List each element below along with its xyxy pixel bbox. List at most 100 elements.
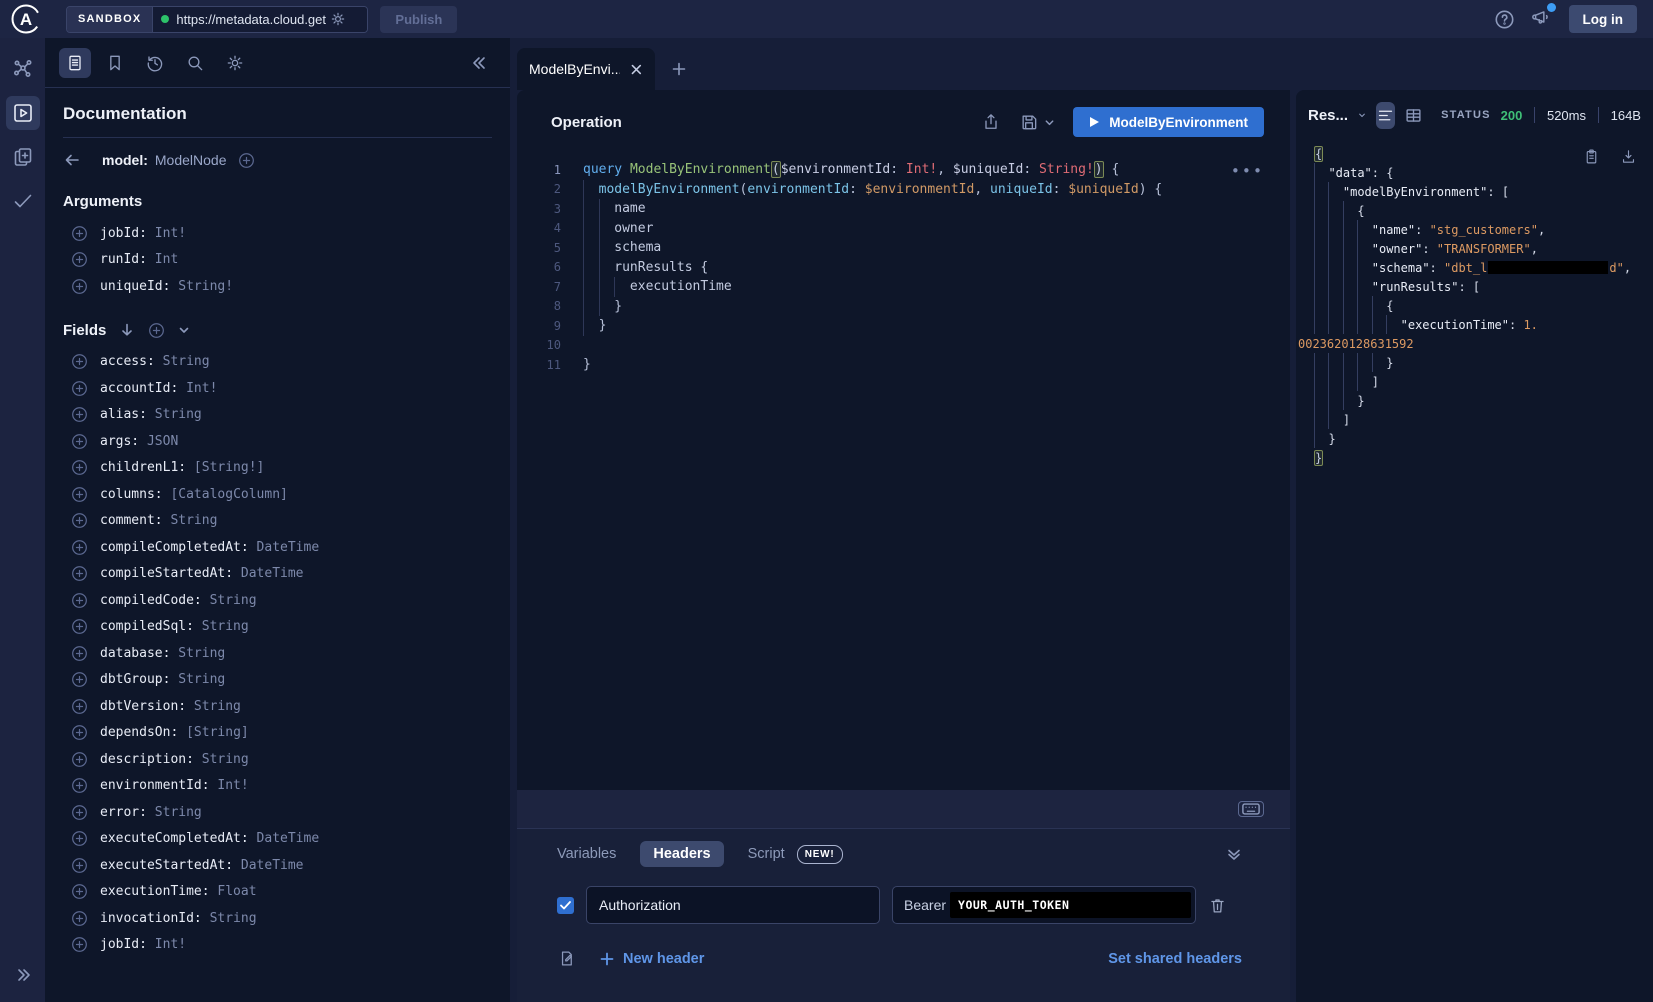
sort-arrow-down-icon[interactable] [119,322,135,338]
field-row[interactable]: columns: [CatalogColumn] [63,481,492,508]
login-button[interactable]: Log in [1569,5,1638,33]
json-line[interactable]: { [1296,201,1649,220]
field-row[interactable]: executionTime: Float [63,879,492,906]
set-shared-headers-link[interactable]: Set shared headers [1108,951,1242,967]
field-row[interactable]: invocationId: String [63,905,492,932]
response-json-viewer[interactable]: {"data": {"modelByEnvironment": [{"name"… [1296,140,1653,1002]
add-to-query-icon[interactable] [71,406,88,423]
field-row[interactable]: dbtGroup: String [63,667,492,694]
json-line[interactable]: { [1296,296,1649,315]
header-value-input[interactable]: Bearer YOUR_AUTH_TOKEN [892,886,1196,924]
endpoint-url-box[interactable]: https://metadata.cloud.get [153,7,367,32]
add-to-query-icon[interactable] [71,910,88,927]
docs-tab-history[interactable] [139,48,171,78]
field-row[interactable]: dbtVersion: String [63,693,492,720]
json-line[interactable]: "name": "stg_customers", [1296,220,1649,239]
code-line[interactable]: 3name [517,199,1290,219]
add-to-query-icon[interactable] [71,486,88,503]
docs-tab-search[interactable] [179,48,211,78]
field-row[interactable]: dependsOn: [String] [63,720,492,747]
add-to-query-icon[interactable] [71,936,88,953]
json-line[interactable]: } [1296,448,1649,467]
header-name-input[interactable] [586,886,880,924]
field-row[interactable]: compiledSql: String [63,614,492,641]
endpoint-settings-gear-icon[interactable] [329,10,347,28]
auth-token-redacted[interactable]: YOUR_AUTH_TOKEN [950,892,1191,918]
back-arrow-icon[interactable] [63,151,81,169]
docs-tab-saved[interactable] [99,48,131,78]
add-to-query-icon[interactable] [71,777,88,794]
collapse-docs-button[interactable] [464,48,496,78]
add-to-query-icon[interactable] [71,433,88,450]
add-to-query-icon[interactable] [71,883,88,900]
breadcrumb-type-link[interactable]: ModelNode [155,152,227,168]
operation-tab[interactable]: ModelByEnvi... [517,48,655,90]
code-line[interactable]: 6runResults { [517,258,1290,278]
publish-button[interactable]: Publish [380,6,457,33]
field-row[interactable]: access: String [63,349,492,376]
json-line[interactable]: } [1296,429,1649,448]
field-row[interactable]: executeStartedAt: DateTime [63,852,492,879]
field-row[interactable]: compiledCode: String [63,587,492,614]
code-line[interactable]: 8} [517,297,1290,317]
rail-explorer-button[interactable] [6,96,40,130]
collapse-drawer-icon[interactable] [1226,846,1242,862]
field-row[interactable]: compileStartedAt: DateTime [63,561,492,588]
code-line[interactable]: 7executionTime [517,277,1290,297]
add-to-query-icon[interactable] [71,698,88,715]
field-row[interactable]: accountId: Int! [63,375,492,402]
add-to-query-icon[interactable] [71,565,88,582]
code-line[interactable]: 11} [517,355,1290,375]
field-row[interactable]: error: String [63,799,492,826]
rail-expand-button[interactable] [6,958,40,992]
query-editor[interactable]: 1query ModelByEnvironment($environmentId… [517,154,1290,790]
response-menu-chevron-icon[interactable] [1358,109,1366,122]
json-line[interactable]: "owner": "TRANSFORMER", [1296,239,1649,258]
json-line[interactable]: "runResults": [ [1296,277,1649,296]
add-to-query-icon[interactable] [71,225,88,242]
chevron-down-icon[interactable] [178,324,190,336]
json-line[interactable]: "modelByEnvironment": [ [1296,182,1649,201]
field-row[interactable]: database: String [63,640,492,667]
add-to-query-icon[interactable] [71,804,88,821]
add-to-query-icon[interactable] [71,353,88,370]
drawer-tab-script[interactable]: Script [748,846,785,862]
add-to-query-icon[interactable] [71,380,88,397]
add-all-fields-icon[interactable] [148,322,165,339]
new-tab-icon[interactable] [671,61,687,77]
download-response-icon[interactable] [1620,148,1637,165]
drawer-tab-variables[interactable]: Variables [557,846,616,862]
response-view-text-button[interactable] [1376,102,1395,129]
rail-checks-button[interactable] [6,184,40,218]
keyboard-shortcuts-button[interactable] [1238,801,1264,817]
docs-tab-settings[interactable] [219,48,251,78]
field-row[interactable]: args: JSON [63,428,492,455]
argument-row[interactable]: uniqueId: String! [63,273,492,300]
field-row[interactable]: comment: String [63,508,492,535]
editor-menu-icon[interactable]: ••• [1231,162,1264,180]
add-field-icon[interactable] [238,152,255,169]
code-line[interactable]: 5schema [517,238,1290,258]
json-line[interactable]: ] [1296,372,1649,391]
code-line[interactable]: 2modelByEnvironment(environmentId: $envi… [517,180,1290,200]
help-icon[interactable] [1494,9,1515,30]
preflight-script-icon[interactable] [557,949,576,968]
endpoint-url[interactable]: https://metadata.cloud.get [176,12,326,27]
code-line[interactable]: 9} [517,316,1290,336]
json-line[interactable]: "data": { [1296,163,1649,182]
field-row[interactable]: compileCompletedAt: DateTime [63,534,492,561]
copy-response-icon[interactable] [1583,148,1600,165]
save-menu-chevron-icon[interactable] [1044,117,1055,128]
add-to-query-icon[interactable] [71,645,88,662]
delete-header-trash-icon[interactable] [1208,896,1227,915]
run-operation-button[interactable]: ModelByEnvironment [1073,107,1264,137]
save-group[interactable] [1019,112,1055,132]
header-enabled-checkbox[interactable] [557,897,574,914]
json-line[interactable]: ] [1296,410,1649,429]
share-icon[interactable] [981,112,1001,132]
announcements-wrapper[interactable] [1531,6,1553,33]
add-to-query-icon[interactable] [71,592,88,609]
argument-row[interactable]: runId: Int [63,247,492,274]
add-to-query-icon[interactable] [71,618,88,635]
drawer-tab-headers[interactable]: Headers [640,841,723,867]
